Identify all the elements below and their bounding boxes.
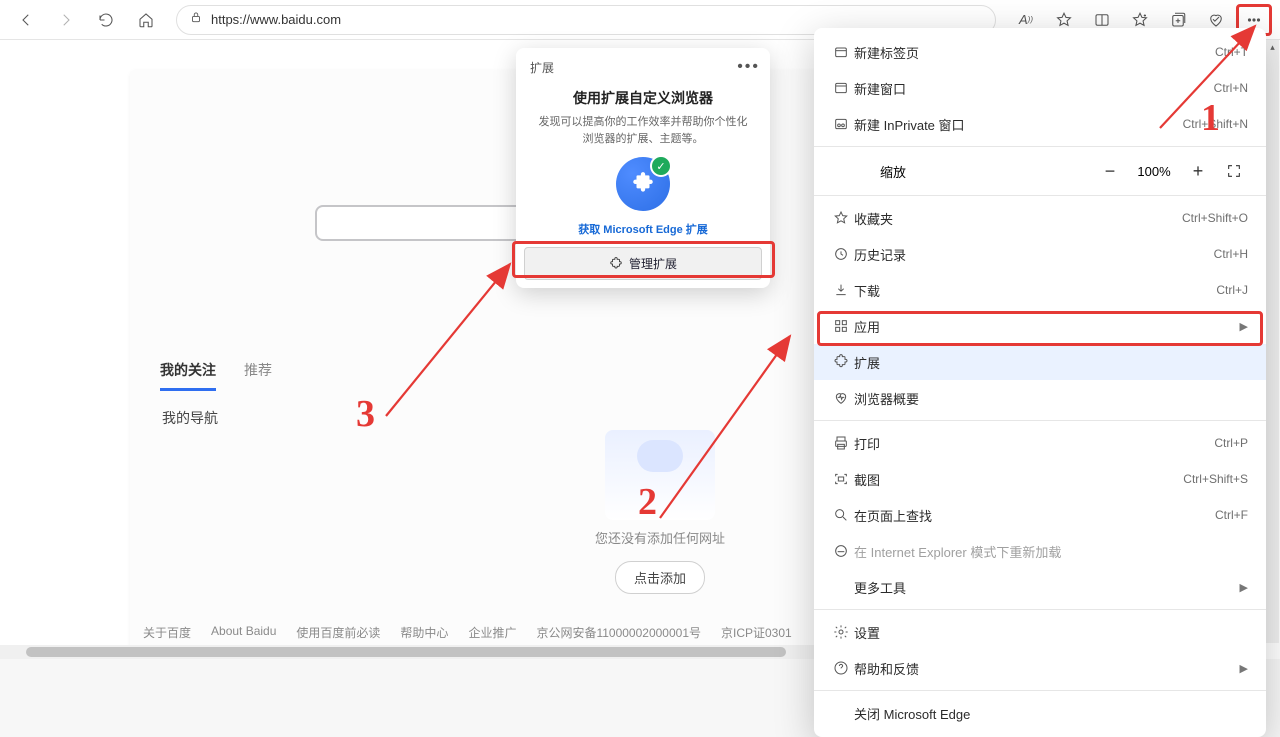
ie-icon: [828, 543, 854, 559]
menu-new-tab[interactable]: 新建标签页Ctrl+T: [814, 34, 1266, 70]
menu-zoom: 缩放 − 100% +: [814, 151, 1266, 191]
print-icon: [828, 435, 854, 451]
footer-link[interactable]: About Baidu: [211, 624, 276, 641]
extensions-popup-desc: 发现可以提高你的工作效率并帮助你个性化浏览器的扩展、主题等。: [536, 114, 750, 147]
menu-downloads[interactable]: 下载Ctrl+J: [814, 272, 1266, 308]
empty-state-text: 您还没有添加任何网址: [570, 528, 750, 547]
add-link-button[interactable]: 点击添加: [615, 561, 705, 594]
settings-menu: 新建标签页Ctrl+T 新建窗口Ctrl+N 新建 InPrivate 窗口Ct…: [814, 28, 1266, 737]
extension-icon: [828, 354, 854, 370]
screenshot-icon: [828, 471, 854, 487]
menu-extensions[interactable]: 扩展: [814, 344, 1266, 380]
star-icon: [828, 210, 854, 226]
footer-link[interactable]: 帮助中心: [400, 624, 448, 641]
annotation-number-3: 3: [356, 392, 375, 436]
menu-close-edge[interactable]: 关闭 Microsoft Edge: [814, 695, 1266, 731]
menu-help[interactable]: 帮助和反馈▶: [814, 650, 1266, 686]
annotation-number-2: 2: [638, 480, 657, 524]
pulse-icon: [828, 390, 854, 406]
footer-links: 关于百度 About Baidu 使用百度前必读 帮助中心 企业推广 京公网安备…: [143, 624, 792, 641]
zoom-in-button[interactable]: +: [1180, 156, 1216, 186]
menu-history[interactable]: 历史记录Ctrl+H: [814, 236, 1266, 272]
extensions-popup-more[interactable]: •••: [737, 58, 760, 76]
menu-more-tools[interactable]: 更多工具▶: [814, 569, 1266, 605]
inprivate-icon: [828, 116, 854, 132]
menu-settings[interactable]: 设置: [814, 614, 1266, 650]
menu-new-window[interactable]: 新建窗口Ctrl+N: [814, 70, 1266, 106]
manage-extensions-button[interactable]: 管理扩展: [524, 247, 762, 280]
tab-my-follow[interactable]: 我的关注: [160, 360, 216, 391]
empty-state-illustration: [605, 430, 715, 520]
annotation-number-1: 1: [1201, 96, 1220, 140]
menu-favorites[interactable]: 收藏夹Ctrl+Shift+O: [814, 200, 1266, 236]
extensions-popup: 扩展 ••• 使用扩展自定义浏览器 发现可以提高你的工作效率并帮助你个性化浏览器…: [516, 48, 770, 288]
refresh-button[interactable]: [88, 4, 124, 36]
menu-browser-essentials[interactable]: 浏览器概要: [814, 380, 1266, 416]
footer-link[interactable]: 京公网安备11000002000001号: [536, 624, 701, 641]
zoom-value: 100%: [1128, 164, 1180, 179]
extensions-popup-header: 扩展: [530, 59, 554, 76]
forward-button[interactable]: [48, 4, 84, 36]
my-nav-label: 我的导航: [162, 408, 218, 428]
menu-apps[interactable]: 应用▶: [814, 308, 1266, 344]
footer-link[interactable]: 企业推广: [468, 624, 516, 641]
get-extensions-link[interactable]: 获取 Microsoft Edge 扩展: [516, 221, 770, 237]
footer-link[interactable]: 使用百度前必读: [296, 624, 380, 641]
window-icon: [828, 80, 854, 96]
url-text: https://www.baidu.com: [211, 12, 341, 27]
lock-icon: [189, 10, 203, 29]
home-button[interactable]: [128, 4, 164, 36]
menu-inprivate[interactable]: 新建 InPrivate 窗口Ctrl+Shift+N: [814, 106, 1266, 142]
menu-find[interactable]: 在页面上查找Ctrl+F: [814, 497, 1266, 533]
apps-icon: [828, 318, 854, 334]
tab-recommend[interactable]: 推荐: [244, 360, 272, 391]
tab-icon: [828, 44, 854, 60]
zoom-out-button[interactable]: −: [1092, 156, 1128, 186]
download-icon: [828, 282, 854, 298]
menu-ie-mode: 在 Internet Explorer 模式下重新加载: [814, 533, 1266, 569]
footer-link[interactable]: 关于百度: [143, 624, 191, 641]
help-icon: [828, 660, 854, 676]
gear-icon: [828, 624, 854, 640]
footer-link[interactable]: 京ICP证0301: [721, 624, 792, 641]
puzzle-icon: [616, 157, 670, 211]
back-button[interactable]: [8, 4, 44, 36]
vertical-scrollbar[interactable]: ▴: [1266, 40, 1279, 643]
menu-screenshot[interactable]: 截图Ctrl+Shift+S: [814, 461, 1266, 497]
menu-print[interactable]: 打印Ctrl+P: [814, 425, 1266, 461]
history-icon: [828, 246, 854, 262]
fullscreen-button[interactable]: [1216, 163, 1252, 179]
search-icon: [828, 507, 854, 523]
extensions-popup-title: 使用扩展自定义浏览器: [532, 88, 754, 108]
